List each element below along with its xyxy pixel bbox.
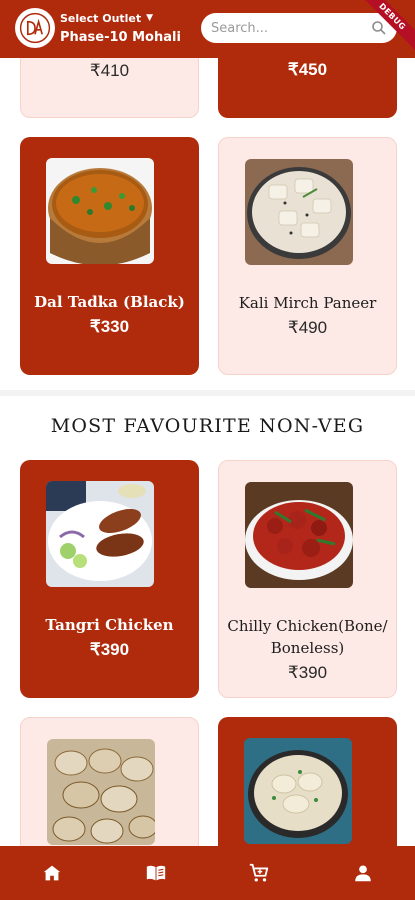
brand-logo-icon: [19, 12, 51, 44]
tandoori-chicken-image: [47, 739, 155, 845]
section-divider: [0, 390, 415, 396]
menu-book-icon: [146, 865, 165, 881]
tangri-chicken-image: [46, 481, 154, 587]
outlet-selector[interactable]: Select Outlet ▼: [60, 12, 153, 25]
dal-tadka-image: [46, 158, 154, 264]
card-name: Kali Mirch Paneer: [238, 294, 377, 312]
home-icon: [43, 865, 61, 881]
profile-icon: [355, 865, 371, 882]
card-name: Dal Tadka (Black): [34, 293, 185, 311]
menu-card[interactable]: Dal Tadka (Black) ₹330: [20, 137, 199, 375]
search-input[interactable]: [211, 20, 365, 36]
bottom-nav: [0, 846, 415, 900]
menu-card[interactable]: Chilly Chicken(Bone/ Boneless) ₹390: [218, 460, 397, 698]
search-bar[interactable]: [201, 13, 397, 43]
outlet-name[interactable]: Phase-10 Mohali: [60, 30, 181, 45]
kali-mirch-paneer-image: [245, 159, 353, 265]
card-price: ₹490: [287, 318, 328, 337]
nav-cart[interactable]: [208, 846, 312, 900]
search-icon[interactable]: [371, 20, 387, 36]
app-header: Select Outlet ▼ Phase-10 Mohali DEBUG: [0, 0, 415, 58]
card-price: ₹330: [89, 317, 130, 336]
card-name: Tangri Chicken: [45, 616, 174, 634]
card-price: ₹390: [287, 663, 328, 682]
nav-menu[interactable]: [104, 846, 208, 900]
menu-card[interactable]: Kali Mirch Paneer ₹490: [218, 137, 397, 375]
card-name: Chilly Chicken(Bone/ Boneless): [227, 617, 388, 657]
cart-icon: [250, 863, 269, 882]
card-price: ₹450: [287, 60, 328, 79]
nav-profile[interactable]: [311, 846, 415, 900]
chevron-down-icon: ▼: [146, 13, 154, 23]
card-price: ₹410: [89, 61, 130, 80]
section-title: MOST FAVOURITE NON-VEG: [50, 415, 365, 437]
menu-content: ₹410 ₹450 Dal Tadka (Black) ₹330 Kali Mi…: [0, 0, 415, 900]
chilly-chicken-image: [245, 482, 353, 588]
chicken-curry-image: [244, 738, 352, 844]
nav-home[interactable]: [0, 846, 104, 900]
menu-card[interactable]: Tangri Chicken ₹390: [20, 460, 199, 698]
outlet-label: Select Outlet: [60, 12, 142, 25]
brand-logo[interactable]: [15, 8, 55, 48]
card-price: ₹390: [89, 640, 130, 659]
